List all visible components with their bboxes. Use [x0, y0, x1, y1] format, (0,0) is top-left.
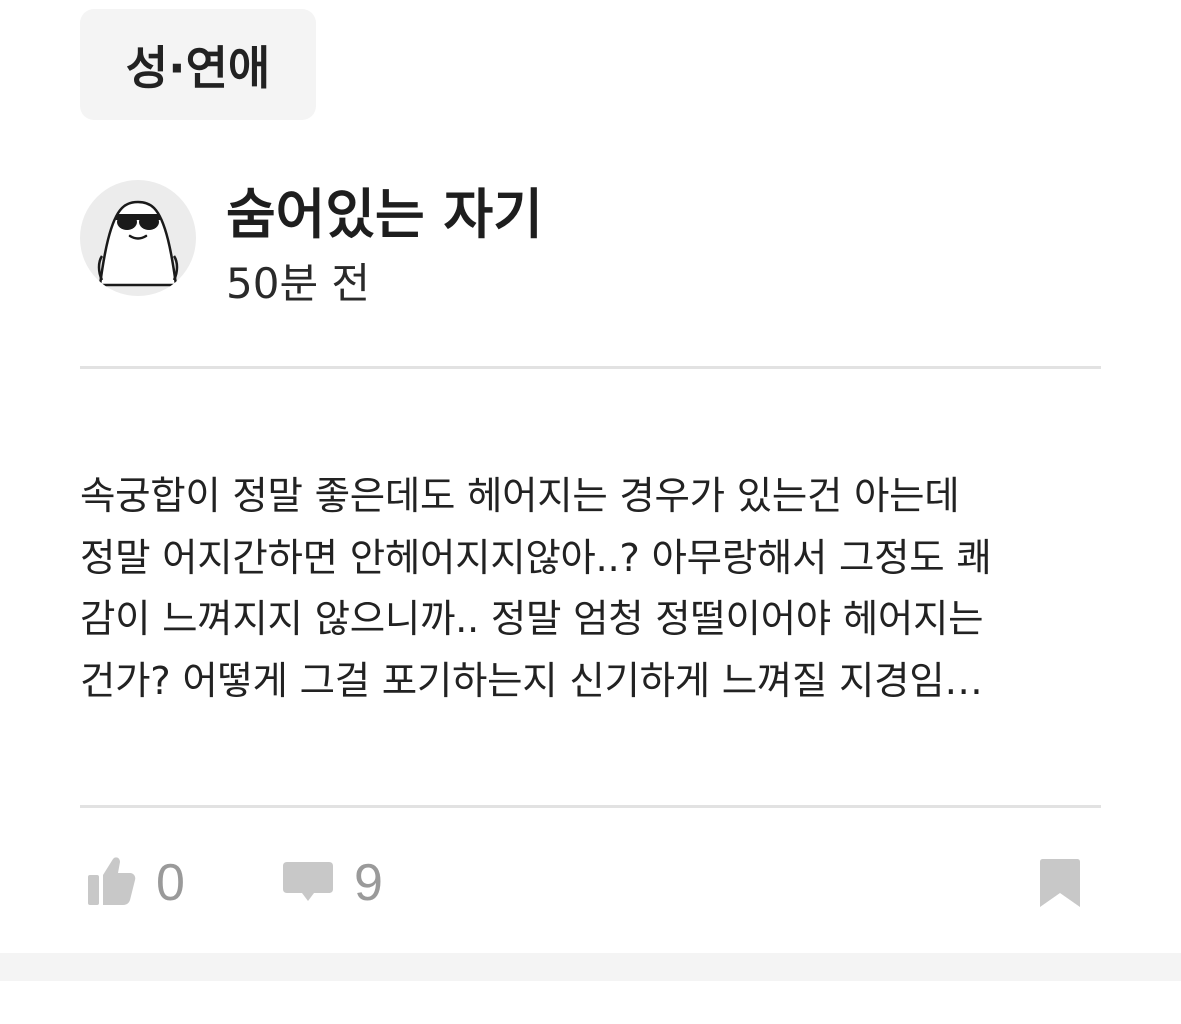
- divider: [80, 805, 1101, 808]
- bookmark-button[interactable]: [1039, 857, 1081, 909]
- comment-bubble-icon: [282, 856, 334, 910]
- post-body-line: 감이 느껴지지 않으니까.. 정말 엄청 정떨이어야 헤어지는: [80, 597, 984, 642]
- thumbs-up-icon: [86, 855, 136, 911]
- comment-count: 9: [354, 854, 383, 912]
- author-row: 숨어있는 자기 50분 전: [80, 170, 1101, 310]
- section-separator: [0, 953, 1181, 981]
- sunglasses-ghost-avatar-icon[interactable]: [80, 180, 196, 296]
- post-timestamp: 50분 전: [226, 259, 371, 308]
- author-name[interactable]: 숨어있는 자기: [226, 170, 543, 249]
- like-count: 0: [156, 854, 185, 912]
- divider: [80, 366, 1101, 369]
- post-body-line: 속궁합이 정말 좋은데도 헤어지는 경우가 있는건 아는데: [80, 474, 960, 519]
- like-button[interactable]: 0: [86, 845, 185, 921]
- post-body[interactable]: 속궁합이 정말 좋은데도 헤어지는 경우가 있는건 아는데 정말 어지간하면 안…: [80, 466, 1110, 712]
- post-body-line: 정말 어지간하면 안헤어지지않아..? 아무랑해서 그정도 쾌: [80, 535, 992, 581]
- post-body-line: 건가? 어떻게 그걸 포기하는지 신기하게 느껴질 지경임…: [80, 658, 983, 704]
- post-card: 성·연애 숨어있는 자기 50분 전 속궁합이 정말 좋은데도 헤어지는 경우가…: [0, 0, 1181, 1024]
- post-actions: 0 9: [80, 845, 1101, 925]
- category-chip[interactable]: 성·연애: [80, 9, 316, 120]
- comment-button[interactable]: 9: [282, 845, 383, 921]
- bookmark-icon: [1039, 859, 1081, 913]
